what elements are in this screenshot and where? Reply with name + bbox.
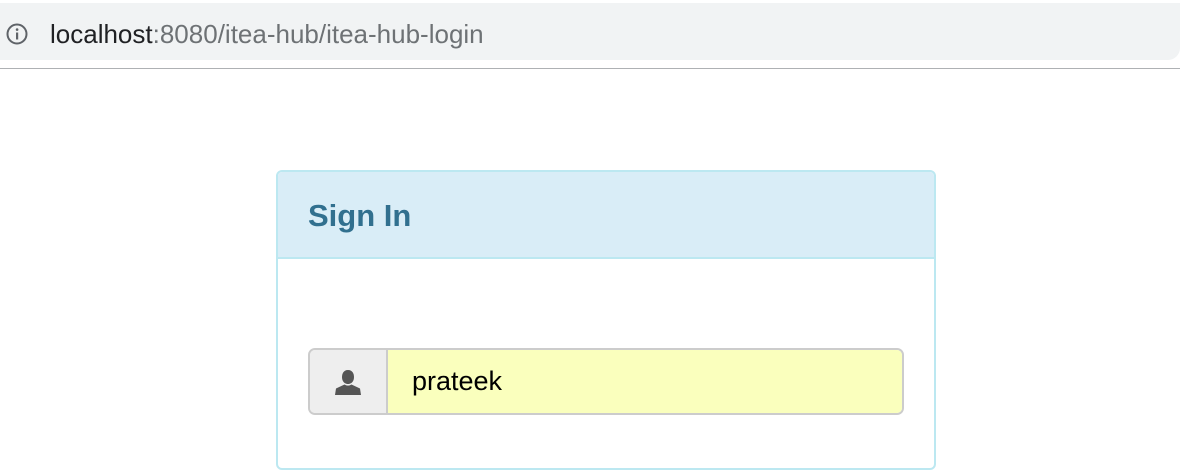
panel-heading: Sign In — [278, 172, 934, 259]
toolbar-divider — [0, 68, 1180, 69]
username-addon — [310, 350, 388, 413]
info-circle-icon[interactable] — [6, 23, 28, 45]
username-input-group — [308, 348, 904, 415]
username-input[interactable] — [388, 350, 902, 413]
url-text[interactable]: localhost:8080/itea-hub/itea-hub-login — [50, 17, 484, 51]
url-host: localhost — [50, 19, 153, 49]
user-icon — [335, 369, 361, 395]
panel-title: Sign In — [308, 198, 412, 233]
url-path: :8080/itea-hub/itea-hub-login — [152, 19, 484, 49]
login-panel: Sign In — [276, 170, 936, 470]
address-bar[interactable]: localhost:8080/itea-hub/itea-hub-login — [0, 3, 1180, 60]
